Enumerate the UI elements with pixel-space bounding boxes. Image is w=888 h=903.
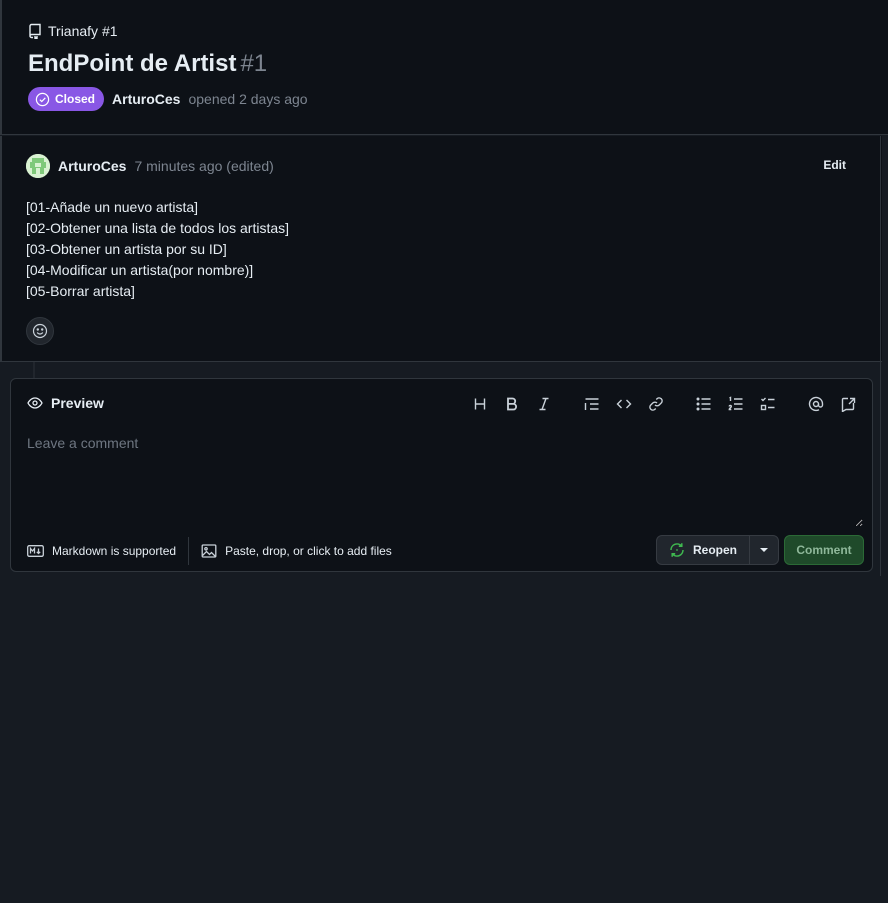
heading-icon[interactable] — [464, 392, 496, 416]
mention-icon[interactable] — [800, 392, 832, 416]
triangle-down-icon — [760, 548, 769, 552]
task-list-icon[interactable] — [752, 392, 784, 416]
comment-header: ArturoCes 7 minutes ago (edited) — [26, 154, 274, 178]
reopen-button[interactable]: Reopen — [657, 536, 749, 564]
bold-icon[interactable] — [496, 392, 528, 416]
status-label: Closed — [55, 92, 96, 106]
comment-line: [01-Añade un nuevo artista] — [26, 199, 199, 215]
repo-icon — [29, 23, 41, 39]
image-icon — [201, 544, 217, 558]
issue-comment: ArturoCes 7 minutes ago (edited) Edit [0… — [0, 136, 882, 362]
comment-button[interactable]: Comment — [784, 535, 864, 565]
italic-icon[interactable] — [528, 392, 560, 416]
comment-line: [03-Obtener un artista por su ID] — [26, 241, 227, 257]
comment-body: [01-Añade un nuevo artista] [02-Obtener … — [26, 197, 289, 302]
markdown-icon — [27, 545, 44, 557]
comment-meta[interactable]: 7 minutes ago (edited) — [134, 158, 273, 174]
attach-files[interactable]: Paste, drop, or click to add files — [201, 543, 392, 559]
avatar[interactable] — [26, 154, 50, 178]
smiley-icon — [32, 323, 48, 339]
reopen-options-button[interactable] — [749, 536, 778, 564]
eye-icon — [27, 397, 43, 409]
unordered-list-icon[interactable] — [688, 392, 720, 416]
comment-line: [02-Obtener una lista de todos los artis… — [26, 220, 290, 236]
edit-button[interactable]: Edit — [823, 158, 846, 172]
reference-icon[interactable] — [832, 392, 864, 416]
comment-textarea[interactable] — [27, 435, 863, 527]
comment-button-label: Comment — [796, 543, 852, 557]
issue-author[interactable]: ArturoCes — [112, 91, 180, 107]
issue-header: Trianafy #1 EndPoint de Artist #1 Closed … — [0, 0, 888, 135]
footer-divider — [188, 537, 190, 565]
tab-preview-label: Preview — [51, 395, 104, 411]
issue-title-text: EndPoint de Artist — [28, 50, 237, 77]
reopen-icon — [670, 543, 684, 557]
repo-breadcrumb[interactable]: Trianafy #1 — [28, 23, 118, 39]
issue-state-row: Closed ArturoCes opened 2 days ago — [28, 87, 308, 111]
link-icon[interactable] — [640, 392, 672, 416]
formatting-toolbar — [464, 392, 864, 416]
markdown-label: Markdown is supported — [52, 544, 177, 558]
identicon-icon — [26, 154, 50, 178]
comment-line: [04-Modificar un artista(por nombre)] — [26, 262, 254, 278]
closed-check-icon — [35, 92, 50, 106]
tab-preview[interactable]: Preview — [27, 395, 104, 411]
repo-ref[interactable]: Trianafy #1 — [48, 23, 118, 39]
attach-label: Paste, drop, or click to add files — [225, 544, 392, 558]
issue-number: #1 — [240, 50, 268, 77]
status-badge: Closed — [28, 87, 105, 111]
editor-footer: Markdown is supported Paste, drop, or cl… — [27, 537, 392, 565]
add-reaction-button[interactable] — [26, 317, 54, 345]
issue-opened-text: opened 2 days ago — [188, 91, 308, 107]
timeline-connector — [33, 362, 35, 378]
quote-icon[interactable] — [576, 392, 608, 416]
ordered-list-icon[interactable] — [720, 392, 752, 416]
code-icon[interactable] — [608, 392, 640, 416]
new-comment-editor: Preview Leave a comment Markdown is supp… — [10, 378, 873, 572]
reopen-label: Reopen — [693, 543, 738, 557]
comment-line: [05-Borrar artista] — [26, 283, 135, 299]
markdown-hint[interactable]: Markdown is supported — [27, 544, 176, 558]
reopen-button-group: Reopen — [656, 535, 780, 565]
issue-title: EndPoint de Artist #1 — [28, 50, 267, 78]
timeline-border — [880, 136, 881, 576]
comment-author[interactable]: ArturoCes — [58, 158, 126, 174]
